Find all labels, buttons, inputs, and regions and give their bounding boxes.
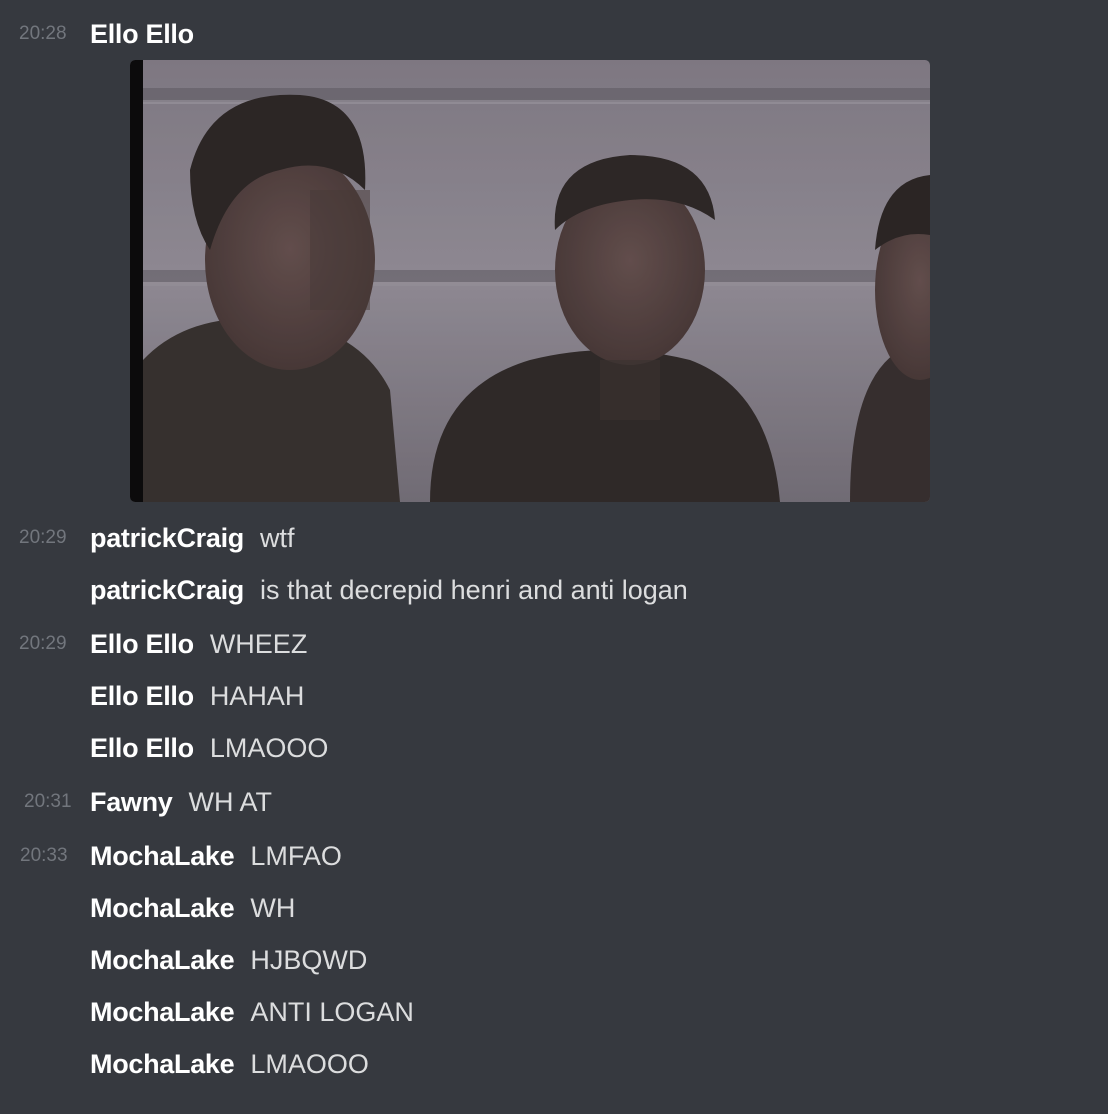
message-row: MochaLake ANTI LOGAN — [0, 992, 1108, 1032]
message-author[interactable]: MochaLake — [90, 945, 235, 975]
message-timestamp: 20:29 — [19, 527, 67, 548]
message-row: 20:28 Ello Ello — [0, 14, 1108, 54]
message-author[interactable]: Ello Ello — [90, 629, 194, 659]
message-line: patrickCraig is that decrepid henri and a… — [90, 570, 688, 615]
message-text: WH — [250, 893, 296, 923]
message-author[interactable]: patrickCraig — [90, 575, 244, 605]
message-author[interactable]: MochaLake — [90, 841, 235, 871]
message-row: MochaLake HJBQWD — [0, 940, 1108, 980]
image-attachment[interactable] — [130, 60, 930, 502]
message-row: 20:31 Fawny WH AT — [0, 782, 1108, 822]
message-line: MochaLake LMAOOO — [90, 1044, 369, 1089]
message-line: Ello Ello WHEEZ — [90, 624, 307, 669]
message-row: 20:33 MochaLake LMFAO — [0, 836, 1108, 876]
message-text: LMAOOO — [209, 733, 329, 763]
message-row: MochaLake WH — [0, 888, 1108, 928]
message-text: wtf — [259, 523, 295, 553]
message-row: Ello Ello HAHAH — [0, 676, 1108, 716]
message-author[interactable]: Ello Ello — [90, 733, 194, 763]
message-author[interactable]: MochaLake — [90, 997, 235, 1027]
message-row: 20:29 patrickCraig wtf — [0, 518, 1108, 558]
message-line: Ello Ello HAHAH — [90, 676, 304, 721]
message-author[interactable]: MochaLake — [90, 1049, 235, 1079]
message-line: Fawny WH AT — [90, 782, 272, 827]
message-timestamp: 20:33 — [20, 845, 68, 866]
message-author[interactable]: MochaLake — [90, 893, 235, 923]
message-text: WHEEZ — [209, 629, 308, 659]
message-timestamp: 20:28 — [19, 23, 67, 44]
message-row: 20:29 Ello Ello WHEEZ — [0, 624, 1108, 664]
message-text: ANTI LOGAN — [250, 997, 414, 1027]
message-text: LMAOOO — [250, 1049, 369, 1079]
message-text: HJBQWD — [250, 945, 368, 975]
message-line: MochaLake HJBQWD — [90, 940, 367, 985]
message-text: LMFAO — [250, 841, 342, 871]
message-line: patrickCraig wtf — [90, 518, 294, 563]
message-author[interactable]: Ello Ello — [90, 681, 194, 711]
message-line: MochaLake WH — [90, 888, 295, 933]
chat-messages: 20:28 Ello Ello 20:29 patrickCraig wtf p… — [0, 0, 1108, 1114]
message-author[interactable]: patrickCraig — [90, 523, 244, 553]
message-row: Ello Ello LMAOOO — [0, 728, 1108, 768]
message-text: HAHAH — [209, 681, 305, 711]
message-line: Ello Ello LMAOOO — [90, 728, 328, 773]
message-row: MochaLake LMAOOO — [0, 1044, 1108, 1084]
message-line: MochaLake ANTI LOGAN — [90, 992, 414, 1037]
message-row: patrickCraig is that decrepid henri and a… — [0, 570, 1108, 610]
message-author[interactable]: Ello Ello — [90, 19, 194, 49]
message-text: is that decrepid henri and anti logan — [259, 575, 688, 605]
photo-image — [130, 60, 930, 502]
message-line: MochaLake LMFAO — [90, 836, 342, 881]
message-author[interactable]: Fawny — [90, 787, 173, 817]
message-timestamp: 20:31 — [24, 791, 72, 812]
message-line: Ello Ello — [90, 14, 194, 59]
message-text: WH AT — [188, 787, 273, 817]
message-timestamp: 20:29 — [19, 633, 67, 654]
